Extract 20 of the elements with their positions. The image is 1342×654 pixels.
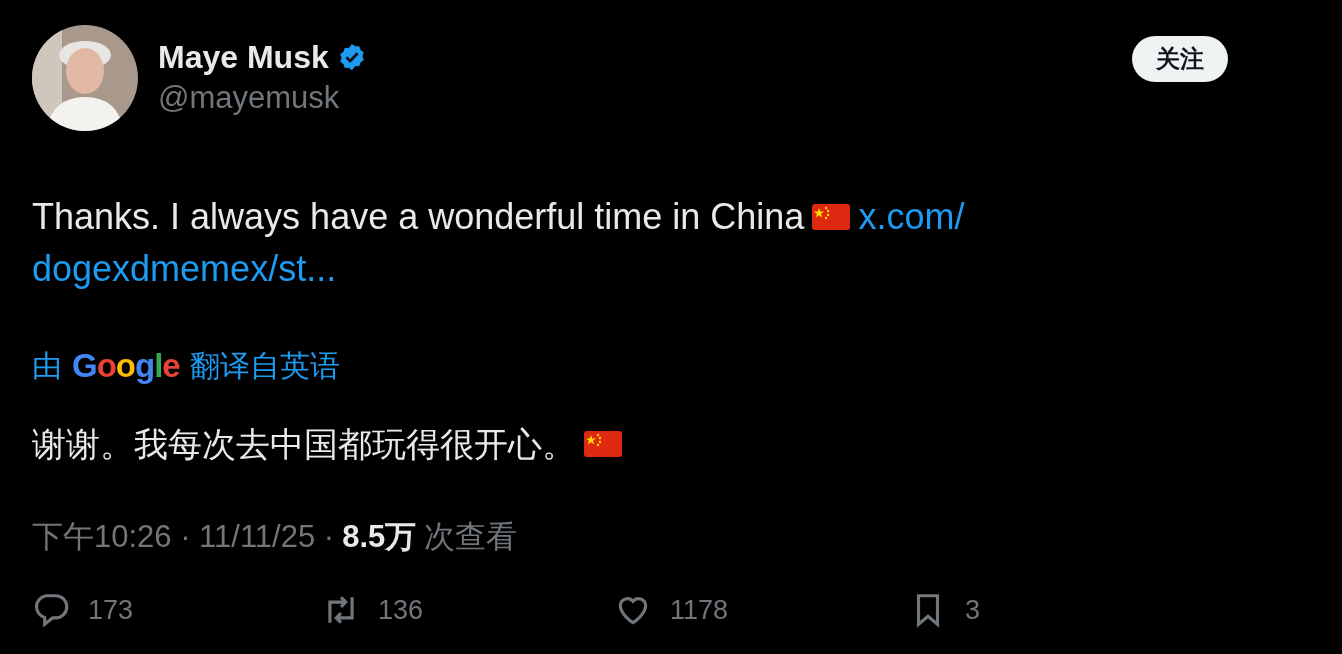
google-logo: Google [72,346,180,386]
action-count: 1178 [670,594,729,627]
reply-icon[interactable] [32,591,70,630]
action-count: 173 [88,594,134,627]
follow-button[interactable]: 关注 [1132,36,1228,82]
timestamp-text: 下午10:26 · 11/11/25 · [32,517,335,556]
action-count: 136 [378,594,424,627]
author-name: Maye Musk [158,38,329,76]
translation-label: 由 [32,348,62,385]
tweet-text: Thanks. I always have a wonderful time in China [32,195,805,239]
translated-text: 谢谢。我每次去中国都玩得很开心。 [32,423,576,465]
action-count: 3 [965,594,981,627]
author-handle: @mayemusk [158,79,341,117]
flag-icon [812,204,851,230]
tweet-link[interactable]: x.com/ [858,191,965,243]
tweet-link[interactable]: dogexdmemex/st... [32,243,337,295]
timestamp-text: 次查看 [424,517,518,556]
translation-label: 翻译自英语 [189,348,340,385]
view-count: 8.5万 [342,517,417,556]
flag-icon [584,431,622,457]
